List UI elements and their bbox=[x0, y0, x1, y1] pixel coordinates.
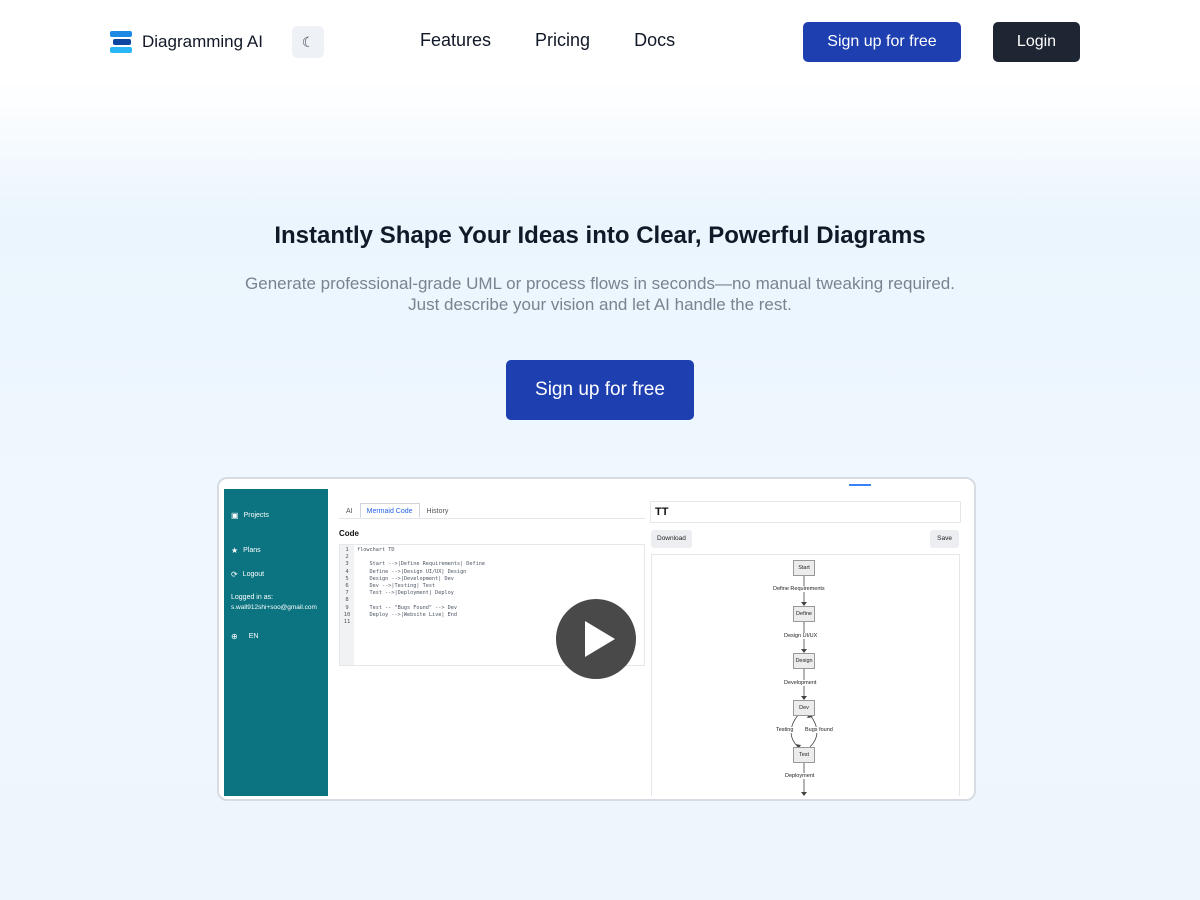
download-button: Download bbox=[651, 530, 692, 548]
line-numbers: 1 2 3 4 5 6 7 8 9 10 11 bbox=[340, 545, 354, 665]
signup-button[interactable]: Sign up for free bbox=[803, 22, 961, 62]
play-button[interactable] bbox=[556, 599, 636, 679]
sidebar-item-logout: ⟳ Logout bbox=[231, 570, 264, 579]
hero-title: Instantly Shape Your Ideas into Clear, P… bbox=[274, 222, 926, 249]
code-heading: Code bbox=[339, 529, 359, 538]
hero-subtitle: Generate professional-grade UML or proce… bbox=[0, 273, 1200, 315]
sidebar-user-info: Logged in as: s.wall912shi+soo@gmail.com bbox=[231, 594, 317, 611]
nav-link-docs[interactable]: Docs bbox=[634, 30, 675, 51]
diagram-title: TT bbox=[650, 501, 961, 523]
flow-node-start: Start bbox=[793, 560, 815, 576]
logout-icon: ⟳ bbox=[231, 570, 238, 579]
app-preview-video[interactable]: ▣ Projects ★ Plans ⟳ Logout Logged in as… bbox=[217, 477, 976, 801]
sidebar-label: Projects bbox=[243, 512, 269, 519]
save-button: Save bbox=[930, 530, 959, 548]
sidebar-item-projects: ▣ Projects bbox=[231, 511, 269, 520]
app-sidebar: ▣ Projects ★ Plans ⟳ Logout Logged in as… bbox=[224, 489, 328, 796]
folder-icon: ▣ bbox=[231, 511, 239, 520]
code-line: Test -->|Deployment| Deploy bbox=[357, 590, 454, 597]
language-label: EN bbox=[248, 633, 259, 640]
sidebar-label: Plans bbox=[243, 547, 261, 554]
flow-node-design: Design bbox=[793, 653, 815, 669]
user-email: s.wall912shi+soo@gmail.com bbox=[231, 604, 317, 611]
hero-signup-button[interactable]: Sign up for free bbox=[506, 360, 694, 420]
flow-node-define: Define bbox=[793, 606, 815, 622]
flow-edge-label: Deployment bbox=[785, 773, 815, 779]
nav-link-pricing[interactable]: Pricing bbox=[535, 30, 590, 51]
play-icon bbox=[585, 621, 615, 657]
code-line: Start -->|Define Requirements| Define bbox=[357, 561, 486, 568]
moon-icon: ☾ bbox=[301, 33, 315, 50]
line-number: 11 bbox=[343, 619, 351, 626]
code-line: Dev -->|Testing| Test bbox=[357, 583, 436, 590]
flow-node-test: Test bbox=[793, 747, 815, 763]
sidebar-label: Logout bbox=[242, 571, 265, 578]
line-number: 3 bbox=[345, 561, 349, 568]
nav-link-features[interactable]: Features bbox=[420, 30, 491, 51]
login-button[interactable]: Login bbox=[993, 22, 1080, 62]
brand-name: Diagramming AI bbox=[142, 32, 263, 51]
line-number: 7 bbox=[345, 590, 349, 597]
flow-node-dev: Dev bbox=[793, 700, 815, 716]
code-content: flowchart TD Start -->|Define Requiremen… bbox=[357, 547, 485, 626]
globe-icon: ⊕ bbox=[231, 632, 238, 641]
flow-edge-label: Testing bbox=[776, 727, 794, 733]
code-line: Design -->|Development| Dev bbox=[357, 575, 454, 582]
line-number: 6 bbox=[345, 583, 349, 590]
line-number: 2 bbox=[345, 554, 349, 561]
logo-icon bbox=[110, 30, 134, 54]
theme-toggle-button[interactable]: ☾ bbox=[292, 26, 324, 58]
tab-history: History bbox=[426, 508, 449, 515]
brand-logo[interactable]: Diagramming AI bbox=[110, 30, 263, 54]
flowchart-canvas: Start Define Requirements Define Design … bbox=[651, 554, 960, 796]
editor-tabs: AI Mermaid Code History bbox=[339, 503, 645, 519]
diagram-panel: TT Download Save Start Define Requiremen… bbox=[650, 501, 961, 796]
sidebar-item-language: ⊕ EN bbox=[231, 632, 258, 641]
flow-edge-label: Define Requirements bbox=[773, 586, 825, 592]
flow-edge-label: Bugs found bbox=[805, 727, 833, 733]
top-nav: Diagramming AI ☾ Features Pricing Docs S… bbox=[0, 0, 1200, 84]
nav-links: Features Pricing Docs bbox=[420, 30, 675, 51]
hero-subtitle-line: Just describe your vision and let AI han… bbox=[408, 295, 792, 314]
flow-edge-label: Development bbox=[784, 680, 817, 686]
line-number: 8 bbox=[345, 597, 349, 604]
line-number: 9 bbox=[345, 604, 349, 611]
tab-ai: AI bbox=[346, 508, 353, 515]
flow-edge-label: Design UI/UX bbox=[784, 633, 818, 639]
hero-subtitle-line: Generate professional-grade UML or proce… bbox=[245, 274, 955, 293]
line-number: 10 bbox=[343, 611, 351, 618]
line-number: 1 bbox=[345, 547, 349, 553]
code-line: Test -- "Bugs Found" --> Dev bbox=[357, 604, 457, 611]
star-icon: ★ bbox=[231, 546, 239, 555]
sidebar-item-plans: ★ Plans bbox=[231, 546, 261, 555]
line-number: 5 bbox=[345, 575, 349, 582]
line-number: 4 bbox=[345, 568, 349, 575]
logged-in-label: Logged in as: bbox=[231, 594, 274, 601]
tab-mermaid-code: Mermaid Code bbox=[359, 503, 420, 518]
preview-indicator bbox=[849, 484, 871, 486]
code-line: flowchart TD bbox=[357, 547, 395, 553]
code-line: Deploy -->|Website Live| End bbox=[357, 611, 457, 618]
code-line: Define -->|Design UI/UX| Design bbox=[357, 568, 467, 575]
